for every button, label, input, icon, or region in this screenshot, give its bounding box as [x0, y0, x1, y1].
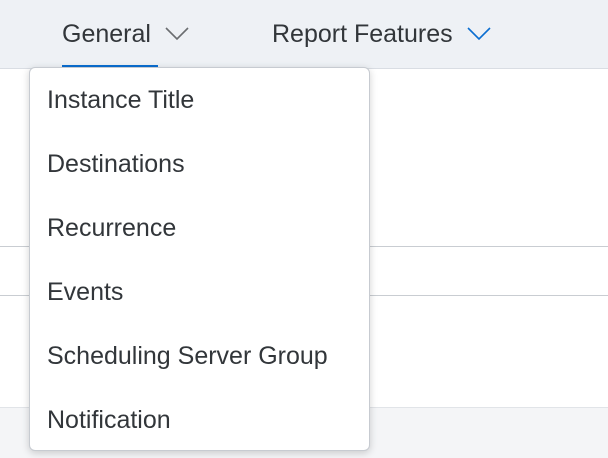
chevron-down-icon: [165, 27, 189, 41]
general-dropdown-menu: Instance Title Destinations Recurrence E…: [29, 67, 370, 451]
menu-item-instance-title[interactable]: Instance Title: [30, 68, 369, 132]
tab-bar: General Report Features: [0, 0, 608, 69]
tab-report-features-label: Report Features: [272, 19, 453, 48]
menu-item-recurrence[interactable]: Recurrence: [30, 196, 369, 260]
menu-item-events[interactable]: Events: [30, 260, 369, 324]
tab-report-features[interactable]: Report Features: [272, 0, 491, 68]
tab-general[interactable]: General: [62, 0, 189, 68]
menu-item-notification[interactable]: Notification: [30, 388, 369, 450]
menu-item-scheduling-server-group[interactable]: Scheduling Server Group: [30, 324, 369, 388]
menu-item-destinations[interactable]: Destinations: [30, 132, 369, 196]
chevron-down-icon: [467, 27, 491, 41]
tab-general-label: General: [62, 19, 151, 48]
